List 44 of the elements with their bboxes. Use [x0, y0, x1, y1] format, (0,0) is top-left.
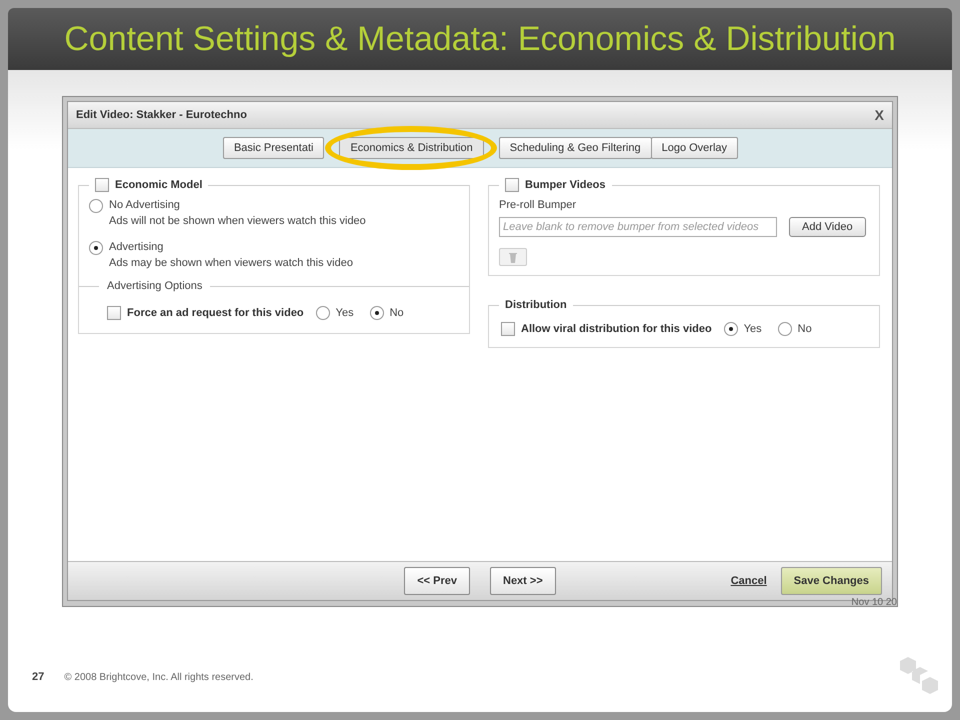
radio-button[interactable] — [89, 199, 103, 213]
tab[interactable]: Logo Overlay — [650, 137, 738, 159]
radio-button[interactable] — [316, 306, 330, 320]
section-title: Distribution — [505, 299, 567, 311]
radio-label: No Advertising — [109, 199, 181, 211]
radio-button[interactable] — [724, 322, 738, 336]
date-text: Nov 10 20 — [851, 597, 897, 608]
checkbox[interactable] — [107, 306, 121, 320]
radio-button[interactable] — [89, 241, 103, 255]
radio-label: Yes — [336, 307, 354, 319]
option-description: Ads will not be shown when viewers watch this video — [109, 215, 366, 227]
radio-label: Advertising — [109, 241, 164, 253]
section-title: Economic Model — [115, 179, 202, 191]
radio-button[interactable] — [778, 322, 792, 336]
dialog-title: Edit Video: Stakker - Eurotechno — [76, 109, 247, 121]
add-video-button[interactable]: Add Video — [789, 217, 866, 237]
radio-button[interactable] — [370, 306, 384, 320]
prev-button[interactable]: << Prev — [404, 567, 470, 595]
checkbox[interactable] — [501, 322, 515, 336]
bumper-input-field[interactable]: Leave blank to remove bumper from selected videos — [499, 217, 777, 237]
save-changes-button[interactable]: Save Changes — [780, 567, 882, 595]
slide-title: Content Settings & Metadata: Economics & Distribution — [64, 20, 896, 58]
tab[interactable]: Basic Presentati — [222, 137, 324, 159]
radio-label: No — [390, 307, 404, 319]
field-label: Pre-roll Bumper — [499, 199, 576, 211]
radio-label: Yes — [744, 323, 762, 335]
checkbox[interactable] — [505, 178, 519, 192]
cancel-link[interactable]: Cancel — [730, 575, 767, 587]
checkbox-label: Allow viral distribution for this video — [521, 323, 712, 335]
checkbox-label: Force an ad request for this video — [127, 307, 304, 319]
tab[interactable]: Scheduling & Geo Filtering — [498, 137, 652, 159]
tab[interactable]: Economics & Distribution — [339, 137, 484, 159]
subsection-title: Advertising Options — [107, 280, 202, 292]
section-title: Bumper Videos — [525, 179, 606, 191]
checkbox[interactable] — [95, 178, 109, 192]
radio-label: No — [798, 323, 812, 335]
copyright-text: © 2008 Brightcove, Inc. All rights reserved. — [64, 672, 254, 682]
page-number: 27 — [32, 671, 44, 683]
next-button[interactable]: Next >> — [490, 567, 556, 595]
cubes-logo-icon — [898, 657, 940, 697]
delete-button[interactable] — [499, 248, 527, 266]
option-description: Ads may be shown when viewers watch this video — [109, 257, 353, 269]
close-button[interactable]: X — [874, 107, 884, 123]
trash-icon — [508, 251, 518, 263]
